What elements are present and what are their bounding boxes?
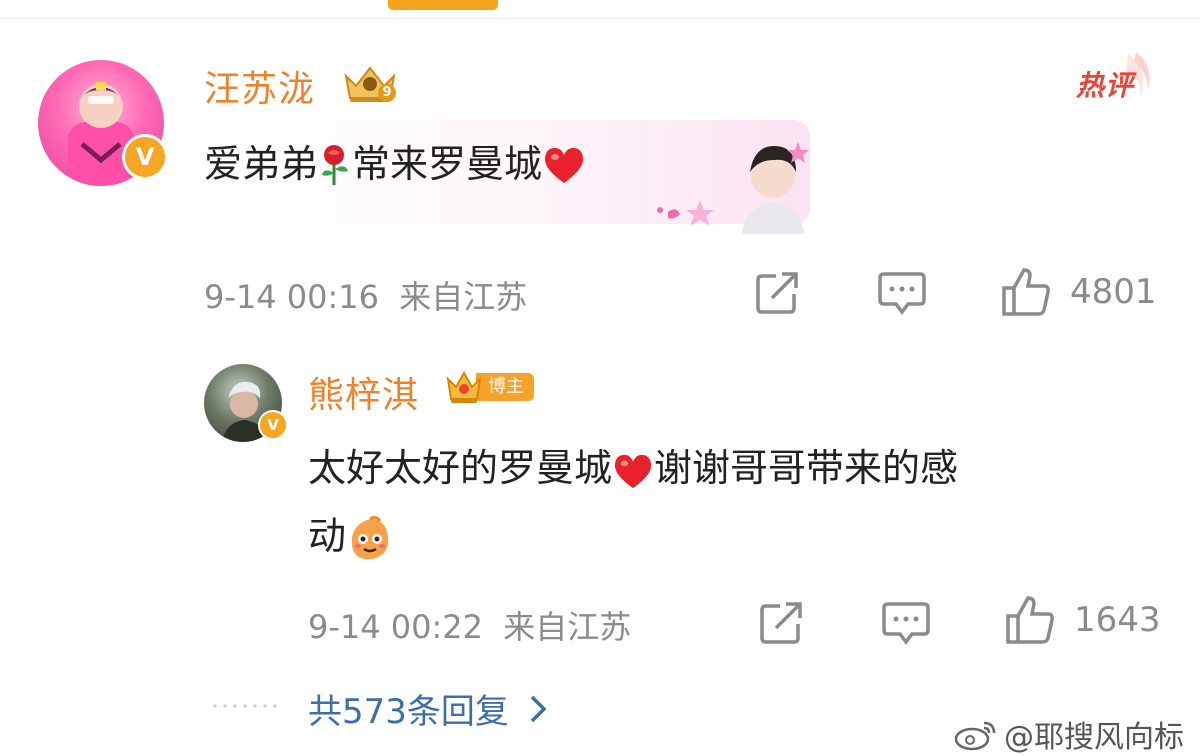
comment-text-part1: 爱弟弟 bbox=[204, 142, 319, 186]
comment-text-part2: 常来罗曼城 bbox=[352, 142, 543, 186]
replies-link-label: 共573条回复 bbox=[308, 692, 509, 732]
commenter-avatar[interactable]: V bbox=[38, 60, 168, 186]
verified-v-icon: V bbox=[122, 134, 168, 180]
thumbs-up-icon bbox=[1006, 596, 1054, 644]
hot-label: 热评 bbox=[1076, 69, 1135, 102]
replier-avatar[interactable]: V bbox=[204, 364, 288, 442]
comment-icon bbox=[878, 272, 926, 315]
crown-level: 9 bbox=[378, 84, 396, 102]
view-all-replies-link[interactable]: 共573条回复 bbox=[308, 684, 547, 733]
reply-repost-button[interactable] bbox=[758, 598, 806, 646]
reply-meta: 9-14 00:22 来自江苏 bbox=[308, 602, 631, 648]
replies-dots-divider bbox=[210, 704, 280, 708]
reply-text-part3: 动 bbox=[308, 514, 347, 558]
reply-text-part2: 谢谢哥哥带来的感 bbox=[654, 446, 959, 490]
reply-timestamp: 9-14 00:22 bbox=[308, 608, 484, 646]
reply-comment-button[interactable] bbox=[882, 600, 930, 646]
red-heart-emoji bbox=[614, 454, 652, 488]
weibo-logo-icon bbox=[954, 721, 996, 751]
host-badge: 博主 bbox=[446, 368, 534, 406]
reply-text: 太好太好的罗曼城 谢谢哥哥带来的感 动 bbox=[308, 434, 1148, 570]
like-count: 4801 bbox=[1070, 272, 1157, 312]
repost-icon bbox=[760, 602, 802, 644]
watermark-text: @耶搜风向标 bbox=[1004, 720, 1184, 755]
cute-face-emoji bbox=[351, 515, 389, 559]
card-sparkle-decoration bbox=[657, 200, 714, 226]
host-label: 博主 bbox=[476, 373, 534, 401]
replier-username[interactable]: 熊梓淇 bbox=[308, 366, 419, 418]
comment-icon bbox=[882, 602, 930, 645]
repost-button[interactable] bbox=[754, 268, 802, 316]
reply-like-count: 1643 bbox=[1074, 600, 1161, 640]
active-tab-indicator bbox=[388, 0, 498, 10]
reply-text-part1: 太好太好的罗曼城 bbox=[308, 446, 613, 490]
crown-icon: 9 bbox=[342, 62, 398, 104]
reply-location: 来自江苏 bbox=[503, 608, 632, 646]
card-sticker-portrait bbox=[736, 132, 810, 234]
red-heart-emoji bbox=[544, 147, 584, 183]
repost-icon bbox=[756, 272, 798, 314]
top-divider bbox=[0, 18, 1200, 19]
comment-location: 来自江苏 bbox=[399, 278, 528, 316]
reply-like-button[interactable]: 1643 bbox=[1004, 594, 1161, 646]
thumbs-up-icon bbox=[1002, 268, 1050, 316]
comment-meta: 9-14 00:16 来自江苏 bbox=[204, 272, 527, 318]
commenter-username[interactable]: 汪苏泷 bbox=[204, 60, 315, 112]
verified-v-icon: V bbox=[258, 410, 288, 440]
chevron-right-icon bbox=[530, 695, 547, 722]
like-button[interactable]: 4801 bbox=[1000, 266, 1157, 318]
crown-icon bbox=[446, 370, 482, 403]
comment-reply-button[interactable] bbox=[878, 270, 926, 316]
hot-comment-badge: 热评 bbox=[1068, 50, 1154, 110]
comment-text: 爱弟弟 常来罗曼城 bbox=[204, 142, 586, 188]
watermark: @耶搜风向标 bbox=[954, 712, 1184, 756]
rose-emoji bbox=[322, 144, 349, 185]
comment-timestamp: 9-14 00:16 bbox=[204, 278, 380, 316]
